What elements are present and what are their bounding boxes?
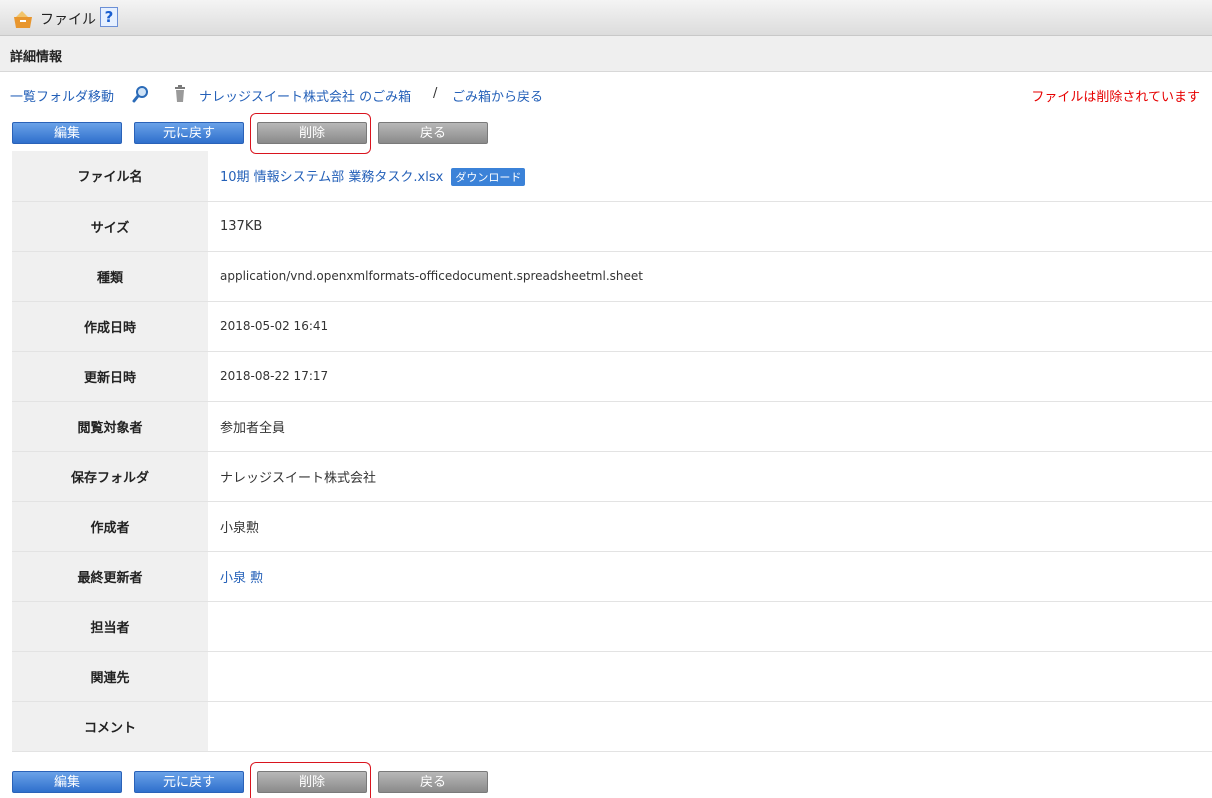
updated-value: 2018-08-22 17:17 bbox=[208, 351, 1212, 402]
assignee-value bbox=[208, 601, 1212, 652]
file-detail-table: ファイル名 10期 情報システム部 業務タスク.xlsx ダウンロード サイズ 1… bbox=[12, 151, 1212, 752]
table-row: 作成日時 2018-05-02 16:41 bbox=[12, 301, 1212, 352]
filename-label: ファイル名 bbox=[12, 151, 208, 202]
table-row: 更新日時 2018-08-22 17:17 bbox=[12, 351, 1212, 402]
breadcrumb: 一覧フォルダ移動 ナレッジスイート株式会社 のごみ箱 / ごみ箱から戻る ファイ… bbox=[0, 82, 1212, 105]
size-label: サイズ bbox=[12, 201, 208, 252]
size-value: 137KB bbox=[208, 201, 1212, 252]
updated-label: 更新日時 bbox=[12, 351, 208, 402]
help-icon[interactable]: ? bbox=[100, 7, 118, 27]
related-label: 関連先 bbox=[12, 651, 208, 702]
folder-move-link[interactable]: 一覧フォルダ移動 bbox=[10, 86, 114, 105]
edit-button[interactable]: 編集 bbox=[12, 771, 122, 793]
filename-link[interactable]: 10期 情報システム部 業務タスク.xlsx bbox=[220, 170, 443, 185]
delete-button-highlight bbox=[250, 762, 371, 798]
creator-label: 作成者 bbox=[12, 501, 208, 552]
table-row: 最終更新者 小泉 勲 bbox=[12, 551, 1212, 602]
table-row: 担当者 bbox=[12, 601, 1212, 652]
file-box-icon bbox=[14, 11, 32, 28]
folder-value: ナレッジスイート株式会社 bbox=[208, 451, 1212, 502]
viewers-label: 閲覧対象者 bbox=[12, 401, 208, 452]
table-row: 保存フォルダ ナレッジスイート株式会社 bbox=[12, 451, 1212, 502]
search-icon[interactable] bbox=[132, 85, 150, 103]
viewers-value: 参加者全員 bbox=[208, 401, 1212, 452]
created-value: 2018-05-02 16:41 bbox=[208, 301, 1212, 352]
trash-icon bbox=[175, 85, 185, 102]
related-value bbox=[208, 651, 1212, 702]
table-row: コメント bbox=[12, 701, 1212, 752]
back-from-trash-link[interactable]: ごみ箱から戻る bbox=[452, 86, 543, 105]
section-header: 詳細情報 bbox=[0, 36, 1212, 72]
table-row: ファイル名 10期 情報システム部 業務タスク.xlsx ダウンロード bbox=[12, 151, 1212, 202]
restore-button[interactable]: 元に戻す bbox=[134, 122, 244, 144]
section-title: 詳細情報 bbox=[10, 50, 63, 65]
breadcrumb-separator: / bbox=[433, 86, 438, 101]
table-row: サイズ 137KB bbox=[12, 201, 1212, 252]
creator-value: 小泉勲 bbox=[208, 501, 1212, 552]
type-value: application/vnd.openxmlformats-officedoc… bbox=[208, 251, 1212, 302]
deleted-status-message: ファイルは削除されています bbox=[1031, 90, 1200, 105]
trash-folder-link[interactable]: ナレッジスイート株式会社 のごみ箱 bbox=[199, 86, 411, 105]
download-button[interactable]: ダウンロード bbox=[451, 167, 526, 186]
restore-button[interactable]: 元に戻す bbox=[134, 771, 244, 793]
table-row: 種類 application/vnd.openxmlformats-office… bbox=[12, 251, 1212, 302]
table-row: 閲覧対象者 参加者全員 bbox=[12, 401, 1212, 452]
app-header: ファイル ? bbox=[0, 0, 1212, 36]
edit-button[interactable]: 編集 bbox=[12, 122, 122, 144]
assignee-label: 担当者 bbox=[12, 601, 208, 652]
back-button[interactable]: 戻る bbox=[378, 771, 488, 793]
comment-label: コメント bbox=[12, 701, 208, 752]
comment-value bbox=[208, 701, 1212, 752]
folder-label: 保存フォルダ bbox=[12, 451, 208, 502]
table-row: 関連先 bbox=[12, 651, 1212, 702]
delete-button-highlight bbox=[250, 113, 371, 154]
created-label: 作成日時 bbox=[12, 301, 208, 352]
table-row: 作成者 小泉勲 bbox=[12, 501, 1212, 552]
page-title: ファイル bbox=[40, 12, 96, 28]
type-label: 種類 bbox=[12, 251, 208, 302]
last-updater-link[interactable]: 小泉 勲 bbox=[220, 571, 263, 586]
last-updater-label: 最終更新者 bbox=[12, 551, 208, 602]
back-button[interactable]: 戻る bbox=[378, 122, 488, 144]
